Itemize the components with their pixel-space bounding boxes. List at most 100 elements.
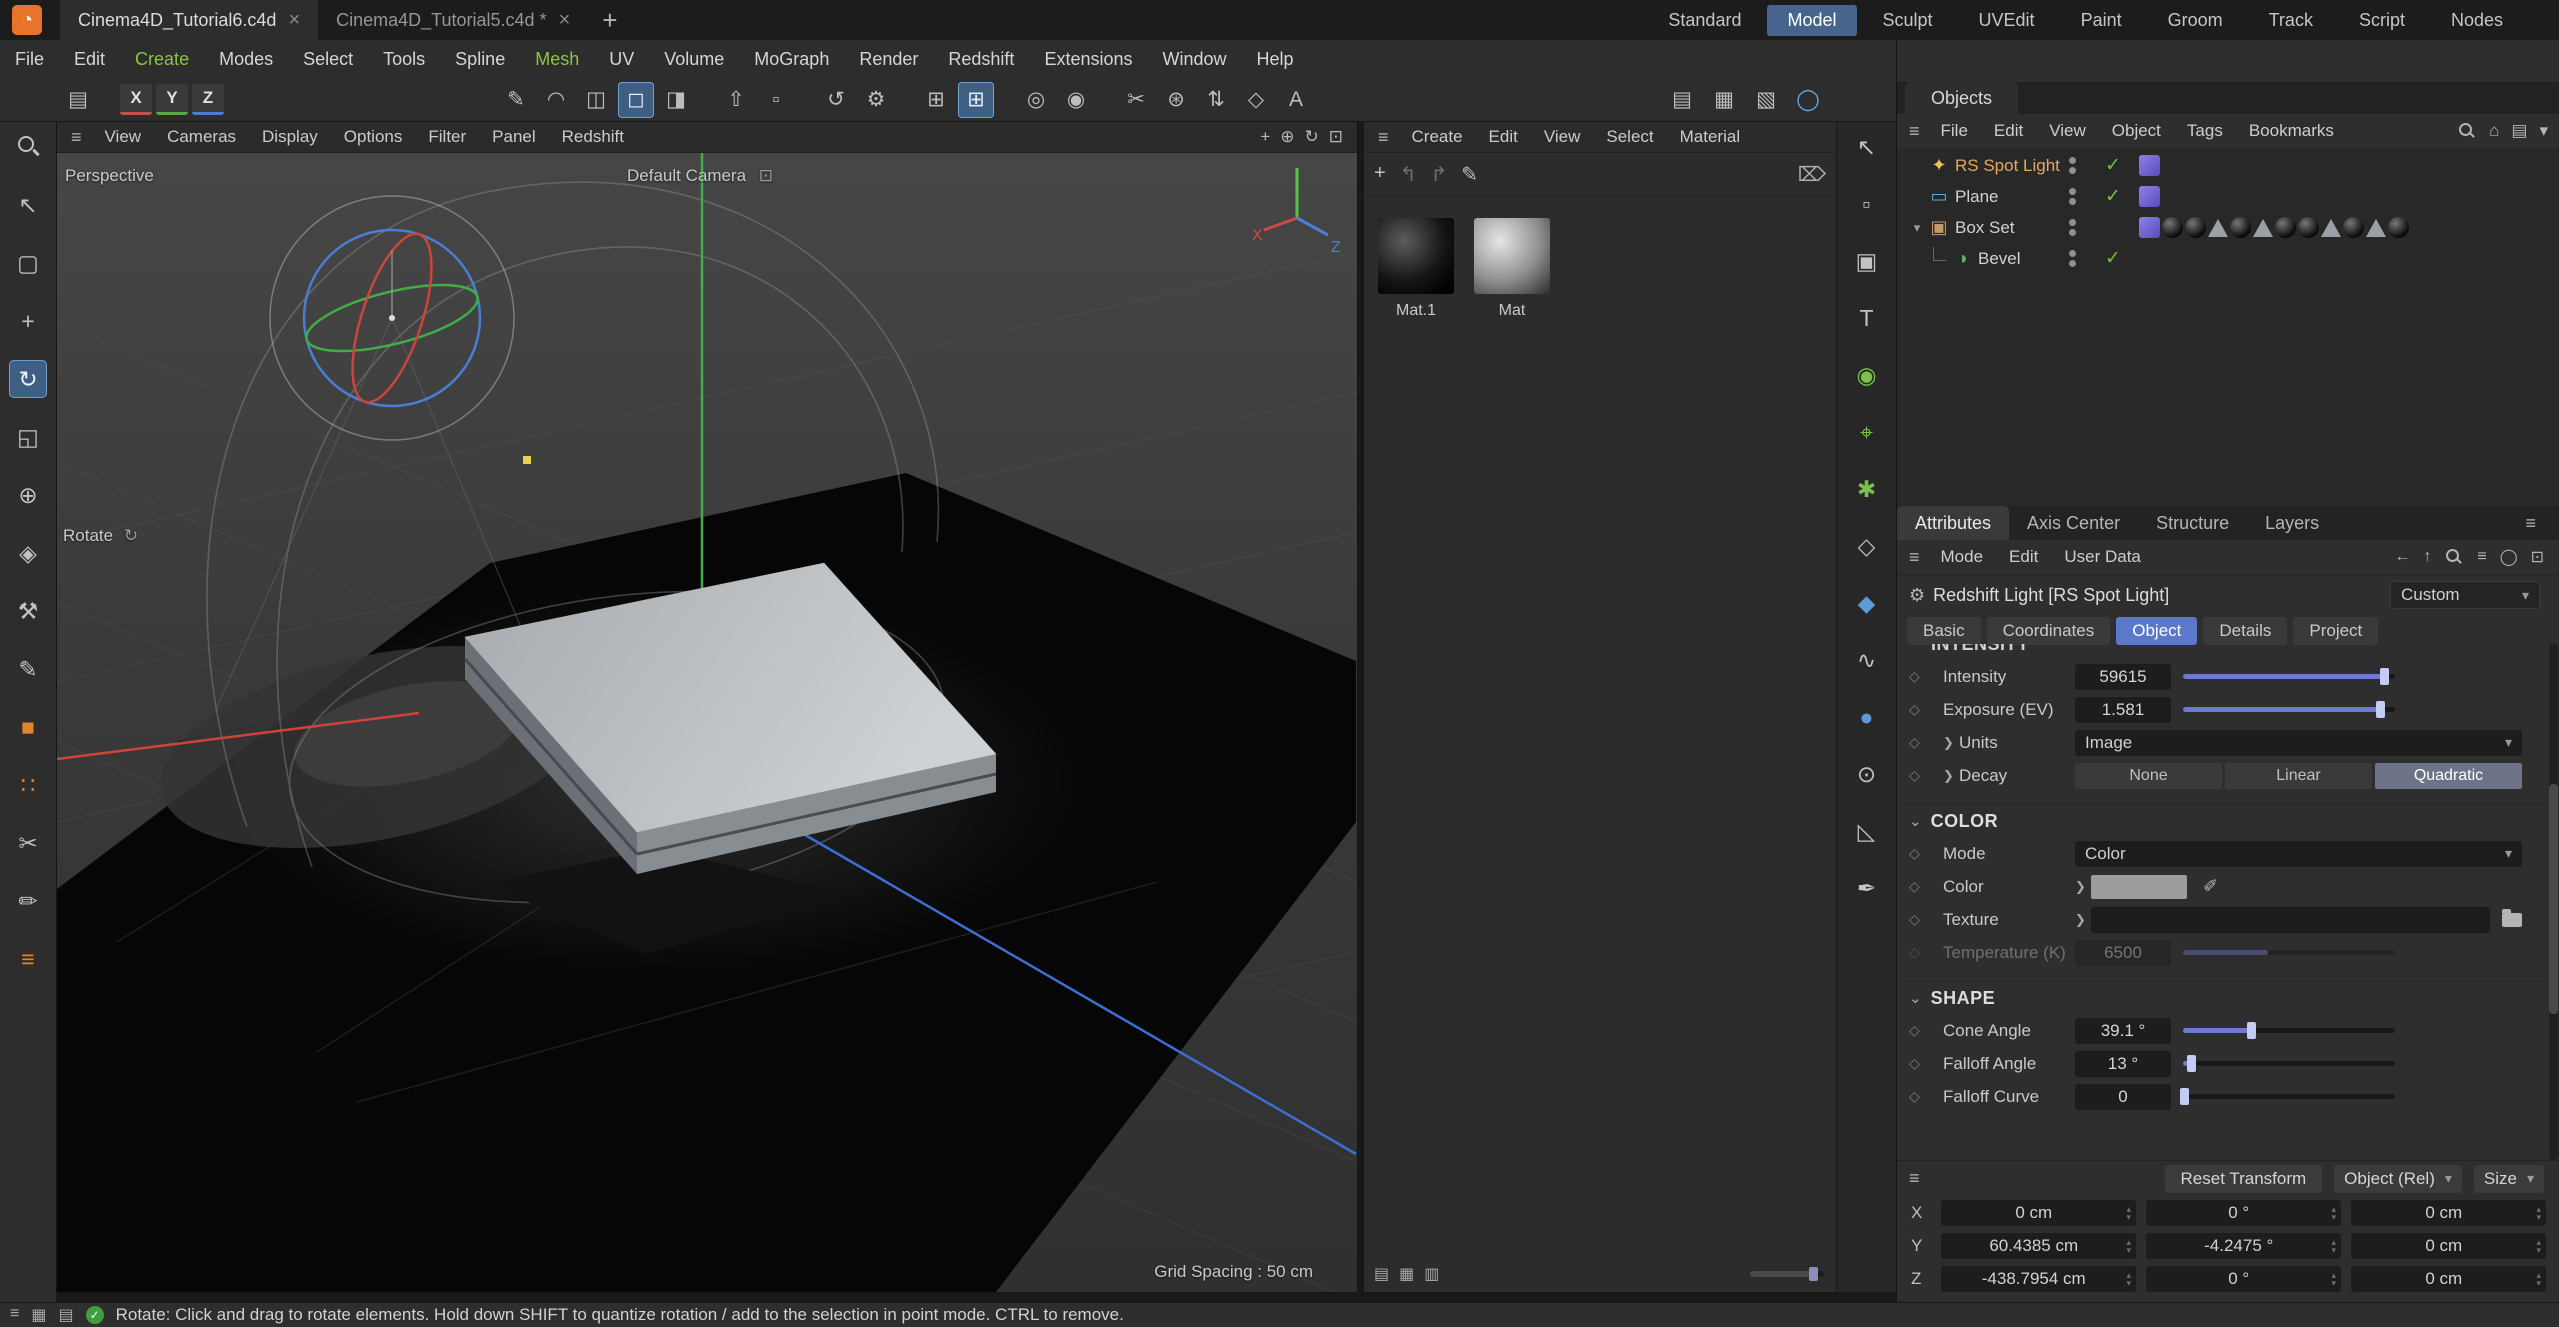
keyframe-bar-icon[interactable]: ▤ (1664, 82, 1700, 118)
reset-diamond-icon[interactable]: ◇ (1909, 701, 1943, 718)
menu-item[interactable]: Render (844, 40, 933, 78)
layout-icon[interactable]: ▤ (2511, 121, 2527, 141)
layout-icon[interactable]: ⊡ (1329, 127, 1343, 147)
snap-mode-icon[interactable]: ✱ (1847, 469, 1887, 509)
visibility-toggles[interactable] (2069, 188, 2076, 205)
reset-diamond-icon[interactable]: ◇ (1909, 1088, 1943, 1105)
compass-mode-icon[interactable]: ✒ (1847, 868, 1887, 908)
dots-tool-icon[interactable]: ∷ (9, 766, 47, 804)
decay-option-button[interactable]: None (2075, 763, 2222, 789)
objects-panel-tab[interactable]: Objects (1905, 82, 2018, 114)
x-size-input[interactable]: 0 cm▴▾ (2351, 1200, 2546, 1226)
material-tag-icon[interactable] (2185, 217, 2206, 238)
menu-item[interactable]: UV (594, 40, 649, 78)
polygon-tool-icon[interactable]: ◻ (618, 82, 654, 118)
material-item[interactable]: Mat (1474, 218, 1550, 320)
zoom-tool-icon[interactable] (9, 128, 47, 166)
coordinates-tag-icon[interactable] (2139, 155, 2160, 176)
camera-popup-icon[interactable]: ⊡ (759, 166, 773, 185)
pencil-tool-icon[interactable]: ✏ (9, 882, 47, 920)
material-tag-icon[interactable] (2343, 217, 2364, 238)
gear-sphere-icon[interactable]: ◉ (1058, 82, 1094, 118)
z-axis-lock-button[interactable]: Z (192, 84, 224, 115)
x-axis-lock-button[interactable]: X (120, 84, 152, 115)
size-mode-dropdown[interactable]: Size ▾ (2474, 1165, 2544, 1193)
material-tag-icon[interactable] (2275, 217, 2296, 238)
layout-tab[interactable]: UVEdit (1959, 5, 2055, 36)
cube-primitive-icon[interactable]: ◫ (578, 82, 614, 118)
close-tab-icon[interactable]: × (559, 9, 571, 32)
menu-item[interactable]: Mesh (520, 40, 594, 78)
material-zoom-slider[interactable] (1750, 1271, 1824, 1277)
cone-angle-slider[interactable] (2183, 1028, 2395, 1033)
grid-small-icon[interactable]: ▦ (31, 1305, 46, 1325)
view-mode-label[interactable]: Perspective (65, 166, 154, 186)
object-row-bevel[interactable]: ◑ Bevel ✓ (1897, 243, 2559, 274)
reset-diamond-icon[interactable]: ◇ (1909, 878, 1943, 895)
viewport-menu-item[interactable]: Display (249, 122, 331, 152)
swap-icon[interactable]: ⇅ (1198, 82, 1234, 118)
attribute-tab[interactable]: Layers (2247, 506, 2337, 540)
material-tag-icon[interactable] (2230, 217, 2251, 238)
lock-icon[interactable]: ◯ (2500, 547, 2518, 567)
list-icon[interactable]: ≡ (2477, 548, 2486, 566)
search-icon[interactable] (2457, 121, 2477, 141)
coordinates-tag-icon[interactable] (2139, 186, 2160, 207)
layout-tab[interactable]: Standard (1648, 5, 1761, 36)
menu-item[interactable]: Spline (440, 40, 520, 78)
home-icon[interactable]: ⌂ (2489, 121, 2499, 141)
menu-item[interactable]: MoGraph (739, 40, 844, 78)
viewport-menu-item[interactable]: Cameras (154, 122, 249, 152)
exposure-slider[interactable] (2183, 707, 2395, 712)
popout-icon[interactable]: ⊡ (2531, 547, 2544, 567)
material-name[interactable]: Mat (1499, 302, 1526, 320)
coordinates-menu-icon[interactable]: ≡ (1909, 1168, 1920, 1189)
layout-tab[interactable]: Track (2249, 5, 2333, 36)
y-size-input[interactable]: 0 cm▴▾ (2351, 1233, 2546, 1259)
close-tab-icon[interactable]: × (288, 9, 300, 32)
viewport[interactable]: ≡ ViewCamerasDisplayOptionsFilterPanelRe… (57, 122, 1357, 1292)
viewport-menu-item[interactable]: Options (331, 122, 416, 152)
annotate-icon[interactable]: A (1278, 82, 1314, 118)
material-tag-icon[interactable] (2388, 217, 2409, 238)
menu-item[interactable]: Modes (204, 40, 288, 78)
objects-menu-item[interactable]: Tags (2174, 114, 2236, 148)
viewport-menu-item[interactable]: View (92, 122, 155, 152)
folder-browse-icon[interactable] (2502, 913, 2522, 927)
coordinate-space-dropdown[interactable]: Object (Rel) ▾ (2334, 1165, 2462, 1193)
z-rotation-input[interactable]: 0 °▴▾ (2146, 1266, 2341, 1292)
keyframe-add-icon[interactable]: ▦ (1706, 82, 1742, 118)
reset-diamond-icon[interactable]: ◇ (1909, 845, 1943, 862)
chevron-right-icon[interactable]: ❯ (1943, 735, 1959, 751)
axis-tool-icon[interactable]: ◈ (9, 534, 47, 572)
material-menu-item[interactable]: Select (1593, 122, 1666, 152)
layout-tab[interactable]: Script (2339, 5, 2425, 36)
attribute-section-tab[interactable]: Details (2203, 617, 2287, 645)
reset-diamond-icon[interactable]: ◇ (1909, 734, 1943, 751)
texture-mode-icon[interactable]: T (1847, 298, 1887, 338)
points-mode-icon[interactable]: ▫ (1847, 184, 1887, 224)
quantize-grid-icon[interactable]: ⊞ (958, 82, 994, 118)
falloff-angle-slider[interactable] (2183, 1061, 2395, 1066)
render-settings-icon[interactable]: ⊛ (1158, 82, 1194, 118)
menu-item[interactable]: Edit (59, 40, 120, 78)
y-rotation-input[interactable]: -4.2475 °▴▾ (2146, 1233, 2341, 1259)
attribute-section-tab[interactable]: Basic (1907, 617, 1981, 645)
objects-menu-item[interactable]: View (2036, 114, 2099, 148)
polygon-selection-tag-icon[interactable] (2139, 217, 2160, 238)
new-tab-button[interactable]: + (602, 0, 617, 40)
layout-tab[interactable]: Sculpt (1863, 5, 1953, 36)
hexagon-icon[interactable]: ◇ (1238, 82, 1274, 118)
list-view-icon[interactable]: ▤ (1374, 1264, 1389, 1284)
attributes-menu-item[interactable]: User Data (2051, 540, 2154, 574)
menu-item[interactable]: Extensions (1029, 40, 1147, 78)
dolly-icon[interactable]: ⊕ (1280, 127, 1294, 147)
attribute-tab[interactable]: Structure (2138, 506, 2247, 540)
eyedropper-icon[interactable]: ✐ (2203, 876, 2218, 897)
material-menu-item[interactable]: View (1531, 122, 1594, 152)
viewport-menu-item[interactable]: Filter (415, 122, 479, 152)
falloff-curve-input[interactable]: 0 (2075, 1084, 2171, 1110)
intensity-slider[interactable] (2183, 674, 2395, 679)
material-tag-icon[interactable] (2162, 217, 2183, 238)
up-icon[interactable]: ↑ (2423, 548, 2431, 566)
